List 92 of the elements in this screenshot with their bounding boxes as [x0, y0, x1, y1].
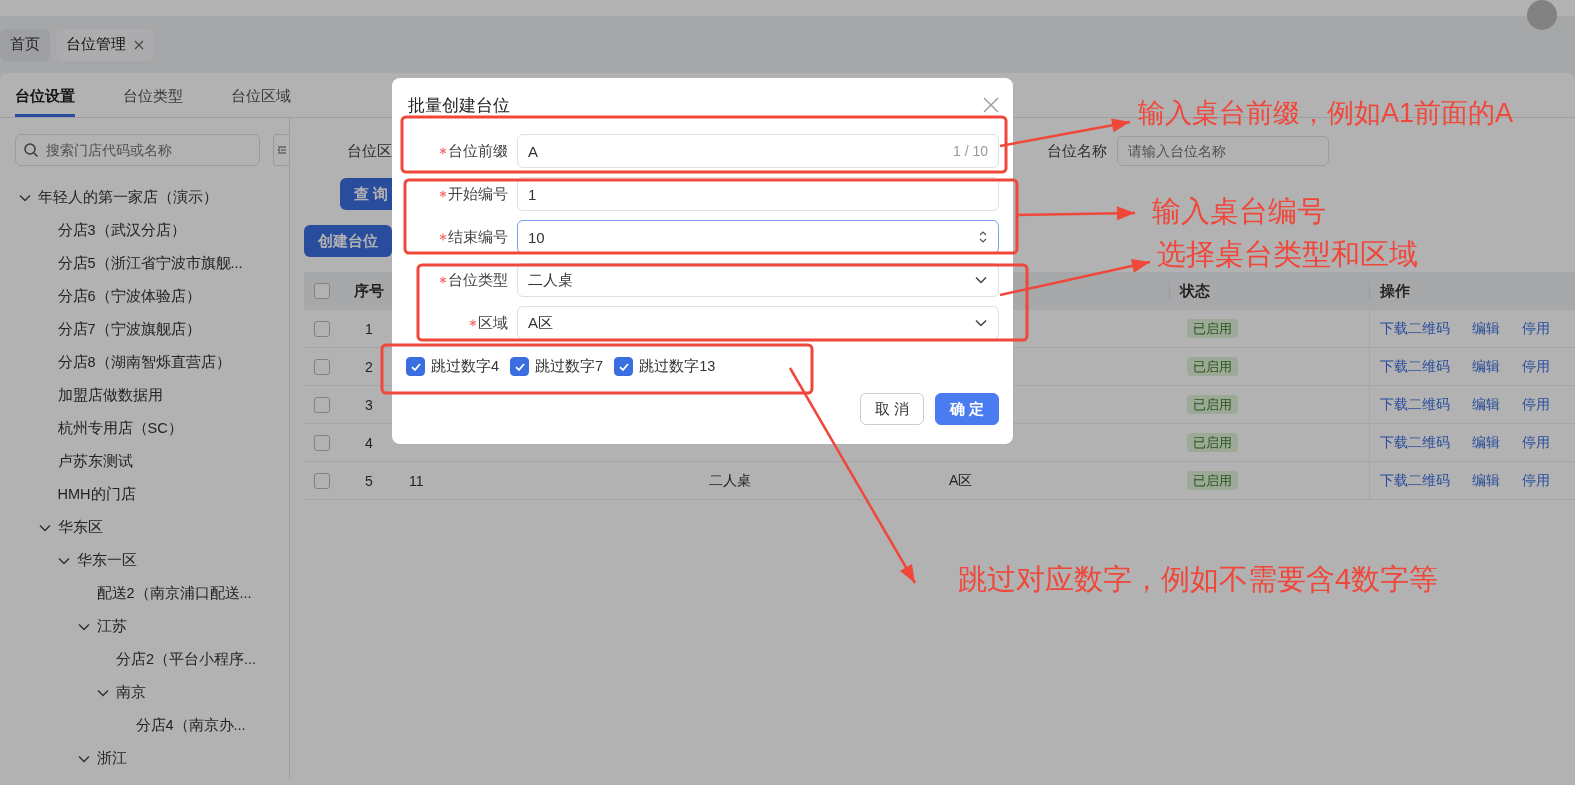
tree-item[interactable]: 浙江 — [96, 749, 127, 768]
checkbox-label: 跳过数字7 — [535, 357, 604, 376]
checkbox[interactable] — [313, 320, 330, 337]
collapse-icon — [276, 145, 287, 155]
close-icon[interactable] — [983, 97, 999, 113]
action-link[interactable]: 编辑 — [1472, 357, 1500, 376]
name-filter-field[interactable]: 请输入台位名称 — [1117, 136, 1329, 166]
table-cell: 3 — [365, 396, 373, 413]
tree-item[interactable]: 杭州专用店（SC） — [57, 419, 183, 438]
action-link[interactable]: 停用 — [1522, 357, 1550, 376]
column-header: 序号 — [354, 282, 384, 299]
annotation-note: 输入桌台编号 — [1152, 195, 1326, 229]
tree-item[interactable]: 分店4（南京办... — [135, 716, 246, 735]
search-field[interactable]: 搜索门店代码或名称 — [15, 134, 260, 166]
tree-item[interactable]: 分店2（平台小程序... — [116, 650, 257, 669]
filter-label: 台位名称 — [1047, 141, 1107, 161]
annotation-note: 选择桌台类型和区域 — [1157, 238, 1418, 272]
tree-item[interactable]: 华东区 — [57, 518, 103, 537]
checkbox[interactable] — [313, 434, 330, 451]
status-tag: 已启用 — [1187, 470, 1238, 490]
checkbox-label: 跳过数字13 — [639, 357, 716, 376]
tree-item[interactable]: 华东一区 — [77, 551, 137, 570]
tree-item[interactable]: 分店8（湖南智烁直营店） — [57, 353, 231, 372]
status-tag: 已启用 — [1187, 432, 1238, 452]
tree-item[interactable]: 江苏 — [96, 617, 127, 636]
page-tab[interactable]: 首页 — [0, 28, 50, 61]
tree-item[interactable]: 分店7（宁波旗舰店） — [57, 320, 201, 339]
tree-item[interactable]: 加盟店做数据用 — [57, 386, 163, 405]
tree-item[interactable]: 分店5（浙江省宁波市旗舰... — [57, 254, 243, 273]
field-label: 开始编号 — [448, 184, 508, 204]
field-label: 结束编号 — [448, 227, 508, 247]
select-field[interactable]: 二人桌 — [517, 263, 999, 297]
tree-item[interactable]: 分店3（武汉分店） — [57, 221, 186, 240]
checkbox[interactable] — [313, 283, 330, 299]
section-tab[interactable]: 台位设置 — [15, 73, 75, 117]
checkbox-label: 跳过数字4 — [431, 357, 500, 376]
tree-item[interactable]: 年轻人的第一家店（演示） — [38, 188, 218, 207]
annotation-note: 跳过对应数字，例如不需要含4数字等 — [958, 563, 1439, 597]
search-icon — [23, 142, 39, 158]
tree-item[interactable]: 配送2（南京浦口配送... — [96, 584, 252, 603]
checkbox[interactable] — [510, 357, 530, 376]
action-link[interactable]: 停用 — [1522, 471, 1550, 490]
tree-item[interactable]: HMH的门店 — [57, 485, 136, 504]
action-link[interactable]: 停用 — [1522, 319, 1550, 338]
create-button[interactable]: 创建台位 — [304, 225, 392, 257]
action-link[interactable]: 编辑 — [1472, 319, 1500, 338]
action-link[interactable]: 下载二维码 — [1380, 471, 1450, 490]
close-icon[interactable] — [134, 39, 144, 50]
action-link[interactable]: 编辑 — [1472, 433, 1500, 452]
dialog-title: 批量创建台位 — [408, 94, 510, 117]
status-tag: 已启用 — [1187, 318, 1238, 338]
section-tab[interactable]: 台位区域 — [231, 73, 291, 117]
checkbox[interactable] — [313, 358, 330, 375]
char-count: 1 / 10 — [952, 143, 988, 159]
cancel-button[interactable]: 取 消 — [859, 393, 924, 425]
checkbox[interactable] — [313, 396, 330, 413]
action-link[interactable]: 编辑 — [1472, 395, 1500, 414]
tree-item[interactable]: 卢苏东测试 — [57, 452, 133, 471]
status-tag: 已启用 — [1187, 356, 1238, 376]
table-cell: 1 — [365, 320, 373, 337]
page-tab[interactable]: 台位管理 — [56, 28, 154, 61]
table-cell: A区 — [949, 471, 973, 488]
action-link[interactable]: 下载二维码 — [1380, 395, 1450, 414]
filter-label: 台位区 — [347, 142, 392, 159]
section-tab[interactable]: 台位类型 — [123, 73, 183, 117]
column-header: 状态 — [1180, 282, 1210, 299]
field-label: 区域 — [478, 313, 508, 333]
field-label: 台位类型 — [448, 270, 508, 290]
table-cell: 二人桌 — [709, 471, 751, 488]
checkbox[interactable] — [406, 357, 425, 376]
table-cell: 4 — [365, 434, 373, 451]
table-cell: 5 — [365, 472, 373, 489]
field-label: 台位前缀 — [448, 141, 508, 161]
action-link[interactable]: 停用 — [1522, 395, 1550, 414]
input-field[interactable]: 1 — [517, 177, 999, 211]
status-tag: 已启用 — [1187, 394, 1238, 414]
action-link[interactable]: 下载二维码 — [1380, 433, 1450, 452]
spinner-icon[interactable] — [978, 229, 988, 245]
table-cell: 2 — [365, 358, 373, 375]
checkbox[interactable] — [614, 357, 634, 376]
tree-item[interactable]: 分店6（宁波体验店） — [57, 287, 201, 306]
action-link[interactable]: 下载二维码 — [1380, 319, 1450, 338]
input-field[interactable]: A 1 / 10 — [517, 134, 999, 168]
table-cell: 11 — [409, 472, 424, 489]
action-link[interactable]: 编辑 — [1472, 471, 1500, 490]
annotation-note: 输入桌台前缀，例如A1前面的A — [1138, 98, 1514, 130]
action-link[interactable]: 停用 — [1522, 433, 1550, 452]
column-header: 操作 — [1380, 282, 1410, 299]
checkbox[interactable] — [313, 472, 330, 489]
tree-item[interactable]: 南京 — [116, 683, 146, 702]
action-link[interactable]: 下载二维码 — [1380, 357, 1450, 376]
confirm-button[interactable]: 确 定 — [934, 393, 999, 425]
